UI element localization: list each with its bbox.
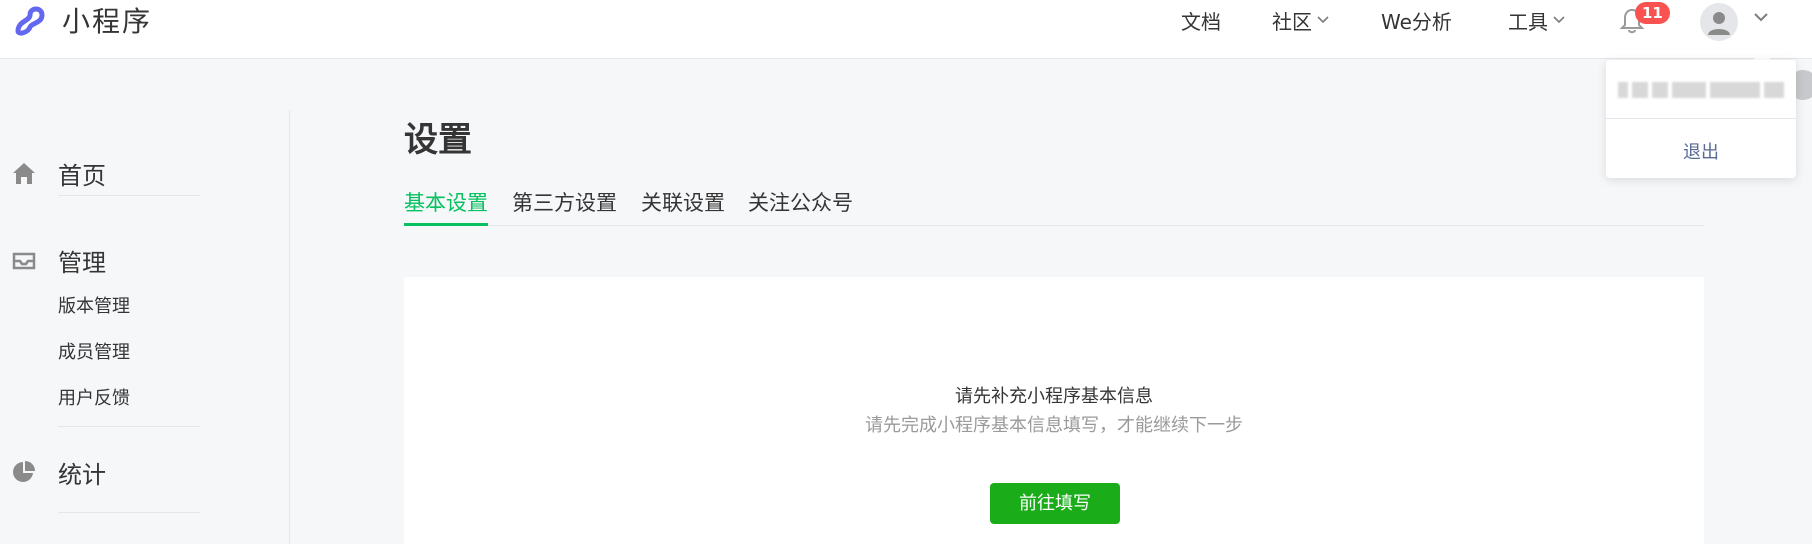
dropdown-divider (1606, 118, 1796, 119)
sidebar-item-home-label: 首页 (58, 161, 106, 190)
mini-program-logo-icon (15, 6, 45, 36)
nav-we-analytics[interactable]: We分析 (1381, 0, 1452, 40)
page-title: 设置 (404, 120, 472, 160)
sidebar: 首页 管理 版本管理 成员管理 用户反馈 统计 (0, 110, 290, 544)
sidebar-item-home[interactable]: 首页 (0, 153, 290, 193)
notification-badge: 11 (1635, 2, 1670, 24)
account-dropdown: 退出 (1606, 60, 1796, 178)
home-icon (13, 163, 35, 184)
sidebar-item-manage-label: 管理 (58, 248, 106, 277)
chevron-down-icon (1553, 16, 1565, 24)
nav-docs-label: 文档 (1181, 9, 1221, 34)
sidebar-divider (58, 195, 200, 196)
settings-tabs: 基本设置 第三方设置 关联设置 关注公众号 (404, 186, 1704, 226)
top-header: 小程序 文档 社区 We分析 工具 11 (0, 0, 1812, 59)
logo[interactable]: 小程序 (10, 0, 152, 40)
card-subtitle: 请先完成小程序基本信息填写，才能继续下一步 (865, 415, 1243, 436)
pie-chart-icon (13, 461, 35, 482)
tab-linked-settings[interactable]: 关联设置 (641, 186, 725, 226)
chevron-down-icon (1317, 16, 1329, 24)
tab-basic-settings[interactable]: 基本设置 (404, 186, 488, 226)
logo-text: 小程序 (62, 5, 153, 38)
card-title: 请先补充小程序基本信息 (955, 386, 1153, 407)
sidebar-item-feedback[interactable]: 用户反馈 (58, 384, 130, 410)
sidebar-item-members[interactable]: 成员管理 (58, 338, 130, 364)
nav-we-analytics-label: We分析 (1381, 9, 1452, 34)
nav-docs[interactable]: 文档 (1181, 0, 1221, 40)
inbox-icon (12, 252, 36, 270)
sidebar-item-stats-label: 统计 (58, 460, 106, 489)
nav-community[interactable]: 社区 (1272, 0, 1330, 40)
blurred-account-name (1618, 80, 1788, 100)
user-avatar[interactable] (1700, 3, 1738, 41)
nav-community-label: 社区 (1272, 9, 1312, 34)
info-required-card: 请先补充小程序基本信息 请先完成小程序基本信息填写，才能继续下一步 前往填写 (404, 277, 1704, 544)
sidebar-item-stats[interactable]: 统计 (0, 452, 290, 492)
sidebar-divider (58, 512, 200, 513)
sidebar-divider (58, 426, 200, 427)
user-avatar-icon (1708, 12, 1730, 35)
sidebar-item-versions[interactable]: 版本管理 (58, 292, 130, 318)
tab-third-party-settings[interactable]: 第三方设置 (512, 186, 617, 226)
chevron-down-icon[interactable] (1753, 11, 1769, 23)
go-fill-in-button[interactable]: 前往填写 (990, 483, 1120, 524)
logout-link[interactable]: 退出 (1606, 138, 1796, 164)
sidebar-item-manage[interactable]: 管理 (0, 240, 290, 280)
nav-tools-label: 工具 (1508, 9, 1548, 34)
nav-tools[interactable]: 工具 (1508, 0, 1566, 40)
tab-follow-official-account[interactable]: 关注公众号 (748, 186, 853, 226)
